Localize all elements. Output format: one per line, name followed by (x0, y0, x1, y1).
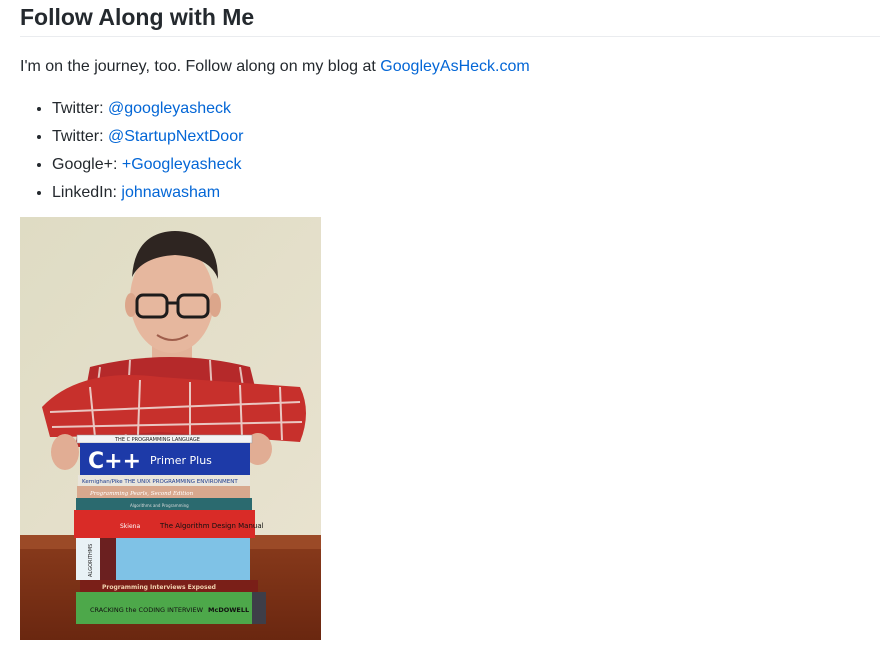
photo-illustration: THE C PROGRAMMING LANGUAGE C++ Primer Pl… (20, 217, 321, 640)
list-item: Twitter: @googleyasheck (52, 95, 243, 123)
book-spine-algos-programming: Algorithms and Programming (130, 503, 189, 508)
book-spine-clrs: ALGORITHMS (88, 544, 94, 577)
social-links-list: Twitter: @googleyasheck Twitter: @Startu… (20, 95, 243, 207)
book-spine-unix: Kernighan/Pike THE UNIX PROGRAMMING ENVI… (82, 479, 238, 485)
twitter-startupnextdoor-link[interactable]: @StartupNextDoor (108, 128, 243, 145)
profile-photo: THE C PROGRAMMING LANGUAGE C++ Primer Pl… (20, 217, 321, 640)
twitter-googleyasheck-link[interactable]: @googleyasheck (108, 100, 231, 117)
book-spine-pearls: Programming Pearls, Second Edition (89, 491, 194, 497)
intro-text: I'm on the journey, too. Follow along on… (20, 58, 376, 75)
section-heading: Follow Along with Me (20, 0, 880, 37)
link-label: Google+: (52, 156, 118, 173)
link-label: Twitter: (52, 128, 104, 145)
book-spine-interviews-exposed: Programming Interviews Exposed (102, 584, 216, 591)
section-title: Follow Along with Me (20, 4, 255, 30)
book-spine-cracking: CRACKING the CODING INTERVIEW (90, 606, 204, 614)
book-spine-c: THE C PROGRAMMING LANGUAGE (114, 437, 200, 443)
book-spine-mcdowell: McDOWELL (208, 606, 249, 614)
list-item: Google+: +Googleyasheck (52, 151, 243, 179)
book-spine-skiena-author: Skiena (120, 523, 140, 530)
link-label: LinkedIn: (52, 184, 117, 201)
book-spine-cpp: C++ (88, 449, 141, 474)
book-spine-cpp-subtitle: Primer Plus (150, 454, 212, 467)
book-spine-algorithm-design: The Algorithm Design Manual (159, 522, 264, 530)
list-item: LinkedIn: johnawasham (52, 179, 243, 207)
intro-paragraph: I'm on the journey, too. Follow along on… (20, 56, 530, 78)
google-plus-link[interactable]: +Googleyasheck (122, 156, 242, 173)
linkedin-link[interactable]: johnawasham (121, 184, 220, 201)
link-label: Twitter: (52, 100, 104, 117)
blog-link[interactable]: GoogleyAsHeck.com (380, 58, 529, 75)
book-stack: THE C PROGRAMMING LANGUAGE C++ Primer Pl… (74, 434, 266, 624)
list-item: Twitter: @StartupNextDoor (52, 123, 243, 151)
